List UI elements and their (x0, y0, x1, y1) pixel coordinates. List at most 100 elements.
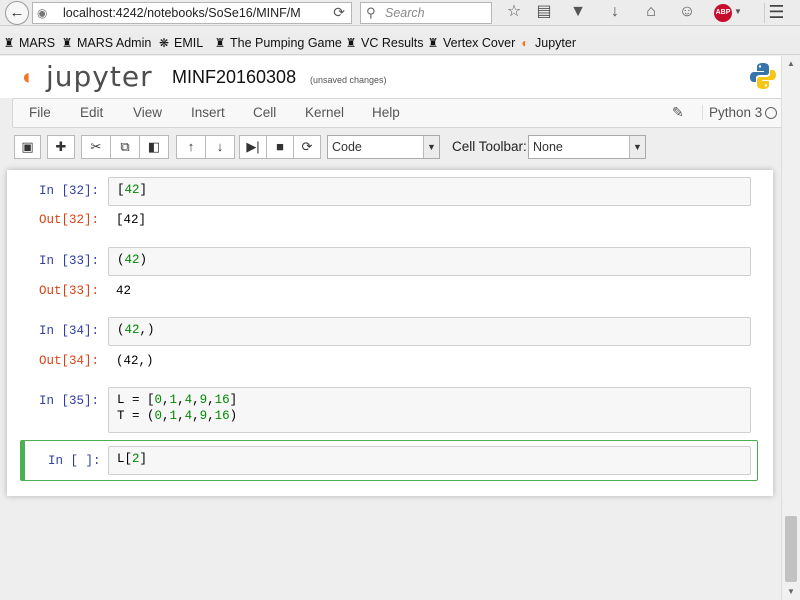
out-prompt: Out[33]: (39, 284, 100, 298)
emil-icon: ❋ (158, 36, 170, 50)
hamburger-menu-icon[interactable]: ☰ (764, 3, 788, 23)
menu-view[interactable]: View (133, 105, 162, 120)
search-icon: ⚲ (366, 5, 376, 20)
restart-button[interactable]: ⟳ (293, 135, 321, 159)
scrollbar-thumb[interactable] (785, 516, 797, 582)
jupyter-logo-icon: ◐ (22, 64, 36, 89)
code-input[interactable]: (42) (108, 247, 751, 276)
adblock-icon[interactable]: ABP (714, 4, 732, 22)
restart-icon: ⟳ (301, 139, 313, 154)
arrow-up-icon: ↑ (187, 139, 195, 154)
back-icon[interactable]: ← (5, 1, 29, 25)
mask-icon: ♜ (427, 36, 439, 50)
move-up-button[interactable]: ↑ (176, 135, 206, 159)
bookmark-emil[interactable]: ❋ EMIL (157, 36, 203, 50)
reload-icon[interactable]: ⟳ (333, 4, 345, 21)
code-input[interactable]: L = [0,1,4,9,16] T = (0,1,4,9,16) (108, 387, 751, 433)
arrow-down-icon: ↓ (216, 139, 224, 154)
mask-icon: ♜ (61, 36, 73, 50)
menu-insert[interactable]: Insert (191, 105, 225, 120)
cut-button[interactable]: ✂ (81, 135, 111, 159)
run-cell-button[interactable]: ▶| (239, 135, 267, 159)
menu-file[interactable]: File (29, 105, 51, 120)
kernel-name: Python 3 (702, 105, 762, 120)
download-icon[interactable]: ↓ (605, 3, 625, 21)
cell-output: (42,) (116, 354, 154, 368)
star-icon[interactable]: ☆ (504, 3, 524, 21)
step-forward-icon: ▶| (246, 139, 260, 154)
jupyter-header: ◐ jupyter MINF20160308 (unsaved changes) (0, 56, 800, 98)
code-input[interactable]: (42,) (108, 317, 751, 346)
save-status: (unsaved changes) (310, 75, 387, 85)
kernel-status-icon (765, 107, 777, 119)
bookmark-mars[interactable]: ♜ MARS (2, 36, 56, 50)
in-prompt: In [34]: (39, 324, 100, 338)
scissors-icon: ✂ (90, 139, 102, 154)
menubar: File Edit View Insert Cell Kernel Help ✎… (12, 98, 789, 128)
in-prompt: In [33]: (39, 254, 100, 268)
bookmark-mars-admin[interactable]: ♜ MARS Admin (60, 36, 152, 50)
chevron-down-icon: ▼ (423, 136, 439, 158)
menu-kernel[interactable]: Kernel (305, 105, 344, 120)
cell-output: 42 (116, 284, 132, 298)
scroll-up-icon[interactable]: ▲ (782, 56, 800, 72)
cell-type-select[interactable]: Code ▼ (327, 135, 440, 159)
menu-edit[interactable]: Edit (80, 105, 103, 120)
interrupt-button[interactable]: ■ (266, 135, 294, 159)
out-prompt: Out[32]: (39, 213, 100, 227)
notebook-name[interactable]: MINF20160308 (172, 67, 296, 88)
bookmark-pumping-game[interactable]: ♜ The Pumping Game (213, 36, 342, 50)
scroll-down-icon[interactable]: ▼ (782, 584, 800, 600)
copy-button[interactable]: ⧉ (110, 135, 140, 159)
cell-type-value: Code (332, 140, 362, 154)
page-scrollbar[interactable]: ▲ ▼ (781, 56, 800, 600)
home-icon[interactable]: ⌂ (641, 3, 661, 21)
mask-icon: ♜ (214, 36, 226, 50)
save-button[interactable]: ▣ (14, 135, 41, 159)
notebook-container: In [32]: [42] Out[32]: [42] In [33]: (42… (7, 170, 773, 496)
move-down-button[interactable]: ↓ (205, 135, 235, 159)
chevron-down-icon[interactable]: ▼ (734, 7, 742, 16)
in-prompt: In [ ]: (48, 454, 101, 468)
cell-toolbar-value: None (533, 140, 563, 154)
mask-icon: ♜ (3, 36, 15, 50)
bookmark-jupyter[interactable]: ◐ Jupyter (518, 36, 576, 50)
reading-list-icon[interactable]: ▤ (534, 3, 554, 21)
jupyter-logo-text: jupyter (46, 60, 153, 93)
paste-icon: ◧ (147, 139, 161, 154)
cell-toolbar-select[interactable]: None ▼ (528, 135, 646, 159)
code-input[interactable]: [42] (108, 177, 751, 206)
in-prompt: In [32]: (39, 184, 100, 198)
smiley-icon[interactable]: ☺ (677, 3, 697, 21)
search-input[interactable]: ⚲ Search (360, 2, 492, 24)
jupyter-icon: ◐ (521, 36, 529, 50)
jupyter-page: ◐ jupyter MINF20160308 (unsaved changes)… (0, 56, 800, 600)
menu-help[interactable]: Help (372, 105, 400, 120)
bookmarks-bar: ♜ MARS ♜ MARS Admin ❋ EMIL ♜ The Pumping Gam… (0, 33, 800, 55)
cell-output: [42] (116, 213, 147, 227)
url-text[interactable]: localhost:4242/notebooks/SoSe16/MINF/M (63, 6, 301, 20)
globe-icon: ◉ (37, 6, 48, 20)
plus-icon: ✚ (55, 139, 67, 154)
cell-toolbar-label: Cell Toolbar: (452, 139, 527, 154)
in-prompt: In [35]: (39, 394, 100, 408)
copy-icon: ⧉ (120, 139, 130, 154)
python-logo-icon (750, 63, 776, 89)
notebook-toolbar: ▣ ✚ ✂ ⧉ ◧ ↑ ↓ ▶| ■ ⟳ Code ▼ Cell Toolbar… (0, 134, 800, 162)
pocket-icon[interactable]: ▼ (568, 3, 588, 21)
url-bar[interactable]: ◉ localhost:4242/notebooks/SoSe16/MINF/M… (32, 2, 352, 24)
bookmark-vertex-cover[interactable]: ♜ Vertex Cover (426, 36, 516, 50)
browser-navbar: ← ◉ localhost:4242/notebooks/SoSe16/MINF… (0, 0, 800, 26)
pencil-icon[interactable]: ✎ (672, 104, 684, 121)
out-prompt: Out[34]: (39, 354, 100, 368)
search-placeholder: Search (385, 6, 425, 20)
bookmark-vc-results[interactable]: ♜ VC Results (344, 36, 424, 50)
insert-cell-button[interactable]: ✚ (47, 135, 75, 159)
menu-cell[interactable]: Cell (253, 105, 276, 120)
floppy-icon: ▣ (21, 139, 34, 154)
chevron-down-icon: ▼ (629, 136, 645, 158)
stop-icon: ■ (276, 139, 284, 154)
code-input[interactable]: L[2] (108, 446, 751, 475)
paste-button[interactable]: ◧ (139, 135, 169, 159)
mask-icon: ♜ (345, 36, 357, 50)
